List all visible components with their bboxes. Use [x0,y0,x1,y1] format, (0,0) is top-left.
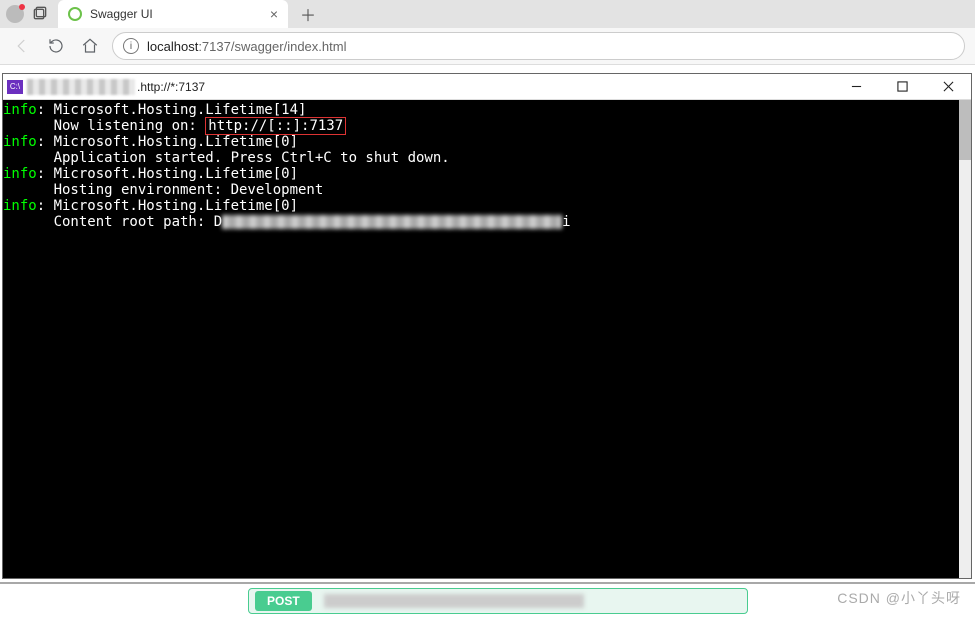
maximize-button[interactable] [879,74,925,100]
tab-title: Swagger UI [90,7,262,21]
site-info-icon[interactable]: i [123,38,139,54]
log-level: info [3,166,37,182]
address-bar: i localhost:7137/swagger/index.html [0,28,975,64]
tab-strip: Swagger UI × ＋ [0,0,975,28]
log-line: info: Microsoft.Hosting.Lifetime[0] [3,134,959,150]
console-app-icon: C:\ [7,80,23,94]
log-level: info [3,134,37,150]
console-output[interactable]: info: Microsoft.Hosting.Lifetime[14] Now… [3,100,959,578]
swagger-operation[interactable]: POST [248,588,748,614]
log-level: info [3,198,37,214]
browser-chrome: Swagger UI × ＋ i localhost:7137/swagger/… [0,0,975,65]
log-line: Application started. Press Ctrl+C to shu… [3,150,959,166]
redacted-title-segment [27,79,135,95]
http-method-badge: POST [255,591,312,611]
redacted-endpoint [324,594,584,608]
log-level: info [3,102,37,118]
watermark: CSDN @小丫头呀 [837,588,961,608]
log-line: info: Microsoft.Hosting.Lifetime[14] [3,102,959,118]
log-line: Hosting environment: Development [3,182,959,198]
back-button[interactable] [10,34,34,58]
redacted-path [222,215,562,229]
browser-tab[interactable]: Swagger UI × [58,0,288,28]
tabs-overview-button[interactable] [26,0,52,28]
minimize-button[interactable] [833,74,879,100]
url-input[interactable]: i localhost:7137/swagger/index.html [112,32,965,60]
swagger-favicon [68,7,82,21]
refresh-button[interactable] [44,34,68,58]
new-tab-button[interactable]: ＋ [294,2,322,26]
scrollbar-thumb[interactable] [959,100,971,160]
url-rest: :7137/swagger/index.html [198,39,346,54]
close-tab-button[interactable]: × [270,6,278,22]
url-text: localhost:7137/swagger/index.html [147,39,346,54]
log-line: Content root path: Di [3,214,959,230]
console-scrollbar[interactable] [959,100,971,578]
profile-button[interactable] [0,0,26,28]
log-line: info: Microsoft.Hosting.Lifetime[0] [3,198,959,214]
close-window-button[interactable] [925,74,971,100]
window-title: .http://*:7137 [137,80,205,94]
window-title-bar[interactable]: C:\ .http://*:7137 [3,74,971,100]
log-line: info: Microsoft.Hosting.Lifetime[0] [3,166,959,182]
console-window: C:\ .http://*:7137 info: Microsoft.Hosti… [2,73,972,579]
window-controls [833,74,971,100]
log-line: Now listening on: http://[::]:7137 [3,118,959,134]
swagger-page-peek: POST [0,582,975,618]
tabs-icon [31,6,47,22]
listening-url: http://[::]:7137 [205,117,346,135]
home-button[interactable] [78,34,102,58]
avatar-icon [6,5,24,23]
url-host: localhost [147,39,198,54]
